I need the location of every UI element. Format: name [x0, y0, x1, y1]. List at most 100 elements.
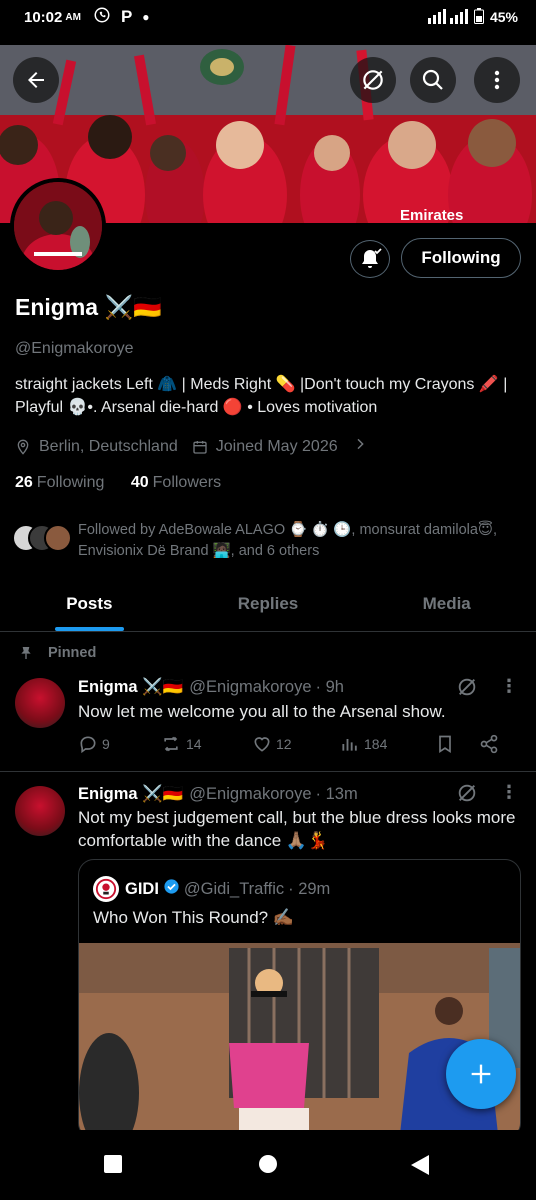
- grok-icon: [363, 70, 383, 90]
- repost-button[interactable]: 14: [160, 734, 252, 754]
- profile-name: Enigma ⚔️🇩🇪: [15, 294, 162, 320]
- whatsapp-icon: [93, 6, 111, 28]
- status-ampm: AM: [65, 11, 81, 23]
- tab-replies[interactable]: Replies: [179, 578, 358, 631]
- video-thumbnail: [79, 943, 520, 1138]
- p-icon: P: [120, 7, 133, 26]
- heart-icon: [254, 737, 270, 752]
- reply-count: 9: [102, 736, 110, 752]
- grok-icon[interactable]: [456, 676, 478, 703]
- share-button[interactable]: [479, 734, 499, 754]
- grok-button[interactable]: [350, 57, 396, 103]
- following-count-link[interactable]: 26 Following: [15, 474, 104, 491]
- calendar-icon: [193, 440, 207, 454]
- post-more-icon[interactable]: ⋮: [500, 676, 518, 697]
- quoted-author-name: GIDI: [125, 879, 159, 898]
- profile-meta: Berlin, Deutschland Joined May 2026: [15, 436, 376, 457]
- post-text: Not my best judgement call, but the blue…: [78, 808, 516, 850]
- post-avatar[interactable]: [15, 786, 65, 836]
- home-button[interactable]: [258, 1154, 278, 1179]
- quoted-post-header: GIDI @Gidi_Traffic · 29m: [93, 876, 330, 902]
- post-more-icon[interactable]: ⋮: [500, 782, 518, 803]
- avatar: [44, 524, 72, 552]
- share-icon: [480, 734, 498, 754]
- post-author-name: Enigma ⚔️🇩🇪: [78, 785, 184, 803]
- post-text: Now let me welcome you all to the Arsena…: [78, 702, 446, 721]
- post-header: Enigma ⚔️🇩🇪 @Enigmakoroye · 9h: [78, 678, 344, 697]
- verified-badge-icon: [163, 878, 180, 900]
- more-options-button[interactable]: [474, 57, 520, 103]
- followers-label: Followers: [152, 474, 222, 491]
- repost-icon: [164, 736, 178, 752]
- profile-avatar[interactable]: [10, 178, 106, 274]
- joined-date: Joined May 2026: [192, 438, 338, 456]
- followers-count-link[interactable]: 40 Followers: [131, 474, 221, 491]
- bookmark-button[interactable]: [435, 734, 479, 754]
- followed-by[interactable]: Followed by AdeBowale ALAGO ⌚ ⏱️ 🕒, mons…: [12, 520, 528, 562]
- traffic-logo-icon: [95, 878, 117, 900]
- battery-percent: 45%: [489, 9, 518, 25]
- android-nav-bar: [0, 1130, 536, 1200]
- views-chart-icon: [342, 739, 357, 751]
- tab-media[interactable]: Media: [357, 578, 536, 631]
- compose-fab-button[interactable]: [446, 1039, 516, 1109]
- views-button[interactable]: 184: [340, 734, 435, 754]
- followed-by-avatars: [12, 520, 74, 554]
- follow-counts: 26 Following 40 Followers: [15, 474, 221, 492]
- joined-text: Joined May 2026: [215, 437, 338, 455]
- like-button[interactable]: 12: [252, 734, 340, 754]
- status-bar: 10:02 AM P ● 45%: [0, 0, 536, 34]
- quoted-media-video[interactable]: [79, 943, 520, 1138]
- wifi-signal-icon: [422, 8, 468, 27]
- bell-check-icon: [362, 248, 382, 268]
- following-count: 26: [15, 474, 33, 491]
- search-icon: [422, 69, 443, 90]
- battery-icon: [473, 7, 484, 27]
- reply-icon: [80, 736, 96, 754]
- grok-icon[interactable]: [456, 782, 478, 809]
- notification-dot-icon: ●: [142, 10, 150, 24]
- reply-button[interactable]: 9: [78, 734, 160, 754]
- post-time: · 9h: [315, 678, 344, 696]
- pinned-text: Pinned: [48, 645, 97, 661]
- svg-text:Emirates: Emirates: [205, 222, 268, 223]
- back-nav-button[interactable]: [410, 1154, 430, 1181]
- profile-handle: @Enigmakoroye: [15, 340, 134, 357]
- pin-icon: [21, 647, 31, 659]
- pinned-label: Pinned: [21, 645, 97, 661]
- circle-icon: [259, 1155, 277, 1173]
- followers-count: 40: [130, 474, 149, 491]
- location-text: Berlin, Deutschland: [39, 437, 178, 455]
- back-button[interactable]: [13, 57, 59, 103]
- location: Berlin, Deutschland: [15, 438, 178, 456]
- divider: [0, 771, 536, 772]
- like-count: 12: [276, 736, 292, 752]
- chevron-right-icon[interactable]: [352, 436, 376, 457]
- bookmark-icon: [439, 735, 451, 754]
- arrow-left-icon: [28, 72, 44, 88]
- post-header: Enigma ⚔️🇩🇪 @Enigmakoroye · 13m: [78, 785, 358, 804]
- post-author-name: Enigma ⚔️🇩🇪: [78, 678, 184, 696]
- svg-text:Emirates: Emirates: [400, 207, 463, 223]
- triangle-back-icon: [411, 1155, 429, 1175]
- search-button[interactable]: [410, 57, 456, 103]
- plus-icon: [471, 1064, 491, 1084]
- avatar-image: [14, 182, 102, 270]
- post-actions: 9 14 12 184: [78, 734, 518, 754]
- quoted-post-time: · 29m: [288, 879, 331, 898]
- following-button[interactable]: Following: [401, 238, 521, 278]
- notifications-bell-button[interactable]: [350, 240, 390, 278]
- following-label: Following: [36, 474, 105, 491]
- recents-button[interactable]: [103, 1154, 123, 1179]
- post-author-handle: @Enigmakoroye: [189, 785, 312, 803]
- more-vertical-icon: [494, 70, 500, 90]
- square-icon: [104, 1155, 122, 1173]
- post-avatar[interactable]: [15, 678, 65, 728]
- post-author-handle: @Enigmakoroye: [189, 678, 312, 696]
- location-pin-icon: [17, 439, 29, 455]
- followed-by-text: Followed by AdeBowale ALAGO ⌚ ⏱️ 🕒, mons…: [78, 522, 498, 559]
- post-item[interactable]: Enigma ⚔️🇩🇪 @Enigmakoroye · 9h ⋮ Now let…: [0, 676, 536, 770]
- profile-tabs: Posts Replies Media: [0, 578, 536, 632]
- tab-posts[interactable]: Posts: [0, 578, 179, 631]
- views-count: 184: [364, 736, 388, 752]
